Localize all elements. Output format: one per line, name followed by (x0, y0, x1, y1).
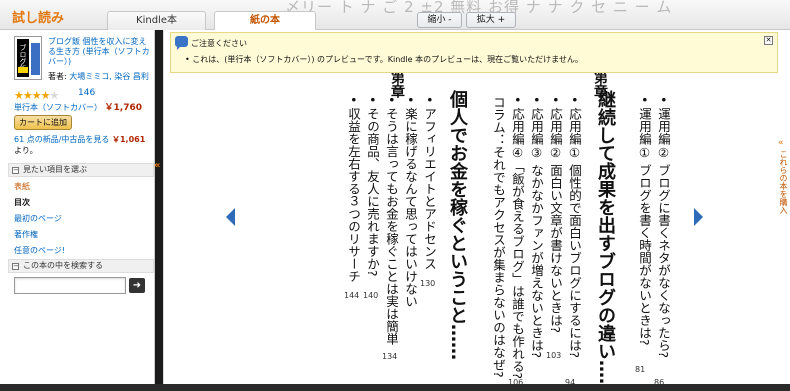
chapter-title: 継続して成果を出すブログの違い…… (595, 90, 616, 384)
offers-suffix: より。 (14, 146, 38, 155)
search-section-header[interactable]: − この本の中を検索する (8, 259, 154, 273)
offers-line: 61 点の新品/中古品を見る ￥1,061 より。 (14, 134, 154, 156)
cover-graphic (31, 43, 40, 75)
speech-bubble-icon (175, 36, 188, 50)
browse-section-header[interactable]: − 見たい項目を選ぶ (8, 163, 154, 177)
top-bar: 〆リー ト ナ ご 2 ±2 無料 お得 ナ ナ ク セ ニ ー ム 試し読み … (0, 0, 790, 30)
offers-price: ￥1,061 (111, 135, 146, 144)
cover-graphic-accent (18, 67, 28, 73)
collapse-toggle-icon[interactable]: − (12, 263, 19, 270)
sidebar-item-copyright[interactable]: 著作権 (14, 229, 38, 240)
chapter-marker: 第章 (389, 70, 405, 98)
next-page-arrow-icon[interactable] (694, 208, 703, 226)
toc-entry: • 応用編④「飯が食えるブログ」は誰でも作れる? (510, 96, 525, 379)
notice-title: ご注意ください (191, 39, 247, 48)
sidebar-item-toc[interactable]: 目次 (14, 197, 30, 208)
toc-entry: • アフィリエイトとアドセンス (422, 96, 437, 270)
toc-entry: • そうは言ってもお金を稼ぐことは実は簡単 (384, 96, 399, 345)
price: ￥1,760 (104, 103, 143, 113)
preview-logo: 試し読み (12, 11, 65, 26)
expand-panel-icon[interactable]: « (778, 138, 784, 148)
book-page: 第章 第章 • 運用編② ブログに書くネタがなくなったら? • 運用編① ブログ… (222, 30, 684, 384)
toc-entry: • 応用編② 面白い文章が書けないときは? (548, 96, 563, 333)
tab-kindle[interactable]: Kindle本 (107, 11, 206, 30)
previous-page-arrow-icon[interactable] (226, 208, 235, 226)
sidebar-item-cover[interactable]: 表紙 (14, 181, 30, 192)
zoom-in-button[interactable]: 拡大 + (466, 12, 516, 28)
review-count-link[interactable]: 146 (78, 88, 95, 98)
format-link[interactable]: 単行本（ソフトカバー） (14, 103, 102, 112)
offers-link[interactable]: 61 点の新品/中古品を見る (14, 135, 109, 144)
close-icon[interactable]: ✕ (764, 36, 773, 45)
background-strip (0, 384, 790, 391)
side-panel-label[interactable]: これらの本を購入 (778, 150, 789, 214)
toc-entry: • 応用編① 個性的で面白いブログにするには? (567, 96, 582, 358)
collapse-toggle-icon[interactable]: − (12, 167, 19, 174)
author-links[interactable]: 大場ミミコ, 染谷 昌利 (69, 72, 149, 81)
page-number: 130 (420, 279, 436, 288)
tab-paper-book[interactable]: 紙の本 (214, 11, 316, 30)
search-inside-input[interactable] (14, 277, 126, 294)
toc-entry: • 楽に稼げるなんて思ってはいけない (403, 96, 418, 308)
chapter-title: 個人でお金を稼ぐということ…… (447, 90, 468, 360)
book-viewer: ご注意ください • これは、(単行本（ソフトカバー）) のプレビューです。Kin… (163, 30, 778, 384)
search-go-button[interactable]: ➜ (129, 278, 145, 293)
book-title-link[interactable]: ブログ飯 個性を収入に変える生き方 (単行本（ソフトカバー）) (48, 37, 152, 67)
toc-entry: • その商品、友人に売れますか? (365, 96, 380, 277)
toc-entry: • 応用編③ なかなかファンが増えないときは? (529, 96, 544, 358)
book-cover-thumbnail[interactable]: ブログ飯 (14, 36, 42, 80)
toc-entry: コラム：それでもアクセスが集まらないのはなぜ? (491, 96, 506, 378)
format-price-line: 単行本（ソフトカバー） ￥1,760 (14, 100, 142, 113)
sidebar-item-first-page[interactable]: 最初のページ (14, 213, 62, 224)
page-number: 144 (344, 291, 360, 300)
book-info-panel: ブログ飯 ブログ飯 個性を収入に変える生き方 (単行本（ソフトカバー）) 著者:… (0, 30, 155, 384)
collapse-panel-icon[interactable]: « (154, 160, 160, 171)
notice-banner: ご注意ください • これは、(単行本（ソフトカバー）) のプレビューです。Kin… (170, 32, 778, 73)
toc-entry: • 運用編② ブログに書くネタがなくなったら? (656, 96, 671, 358)
page-number: 140 (363, 291, 379, 300)
notice-body: • これは、(単行本（ソフトカバー）) のプレビューです。Kindle 本のプレ… (185, 55, 583, 64)
sidebar-item-any-page[interactable]: 任意のページ! (14, 245, 65, 256)
author-label: 著者: (48, 72, 67, 81)
toc-entry: • 運用編① ブログを書く時間がないときは? (637, 96, 652, 346)
zoom-out-button[interactable]: 縮小 - (417, 12, 462, 28)
author-line: 著者: 大場ミミコ, 染谷 昌利 (48, 71, 158, 82)
toc-entry: • 収益を左右する３つのリサーチ (346, 96, 361, 283)
page-number: 134 (382, 352, 398, 361)
add-to-cart-button[interactable]: カートに追加 (14, 115, 72, 130)
right-side-panel: « これらの本を購入 (775, 30, 790, 384)
page-number: 103 (546, 351, 562, 360)
page-number: 81 (635, 365, 646, 374)
